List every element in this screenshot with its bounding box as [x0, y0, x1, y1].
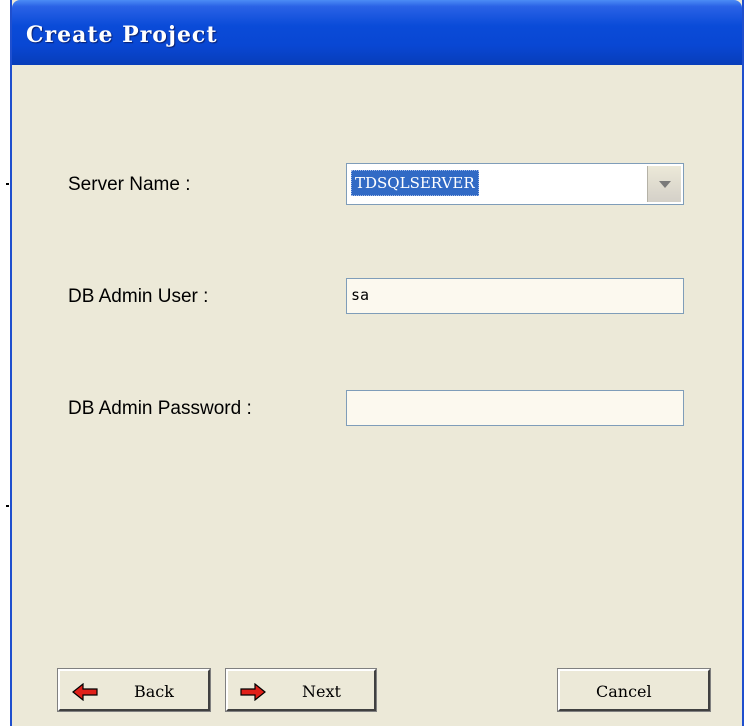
arrow-left-icon [72, 683, 98, 701]
next-button[interactable]: Next [225, 668, 377, 712]
cancel-button-label: Cancel [596, 682, 652, 701]
server-name-selected-value: TDSQLSERVER [351, 170, 479, 196]
next-button-label: Next [302, 682, 341, 701]
server-name-label: Server Name : [68, 174, 191, 195]
dropdown-button[interactable] [647, 166, 681, 202]
db-admin-password-input[interactable] [346, 390, 684, 426]
chevron-down-icon [659, 181, 671, 188]
db-admin-password-label: DB Admin Password : [68, 398, 252, 419]
window-edge [0, 0, 10, 726]
back-button-label: Back [134, 682, 174, 701]
dialog-title: Create Project [26, 22, 218, 48]
edge-mark [6, 183, 9, 185]
cancel-button[interactable]: Cancel [557, 668, 711, 712]
title-bar[interactable]: Create Project [12, 0, 742, 65]
db-admin-user-label: DB Admin User : [68, 286, 209, 307]
server-name-dropdown[interactable]: TDSQLSERVER [346, 163, 684, 205]
db-admin-user-input[interactable]: sa [346, 278, 684, 314]
arrow-right-icon [240, 683, 266, 701]
edge-mark [6, 505, 9, 507]
create-project-dialog: Create Project Server Name : TDSQLSERVER… [10, 0, 744, 726]
back-button[interactable]: Back [57, 668, 211, 712]
